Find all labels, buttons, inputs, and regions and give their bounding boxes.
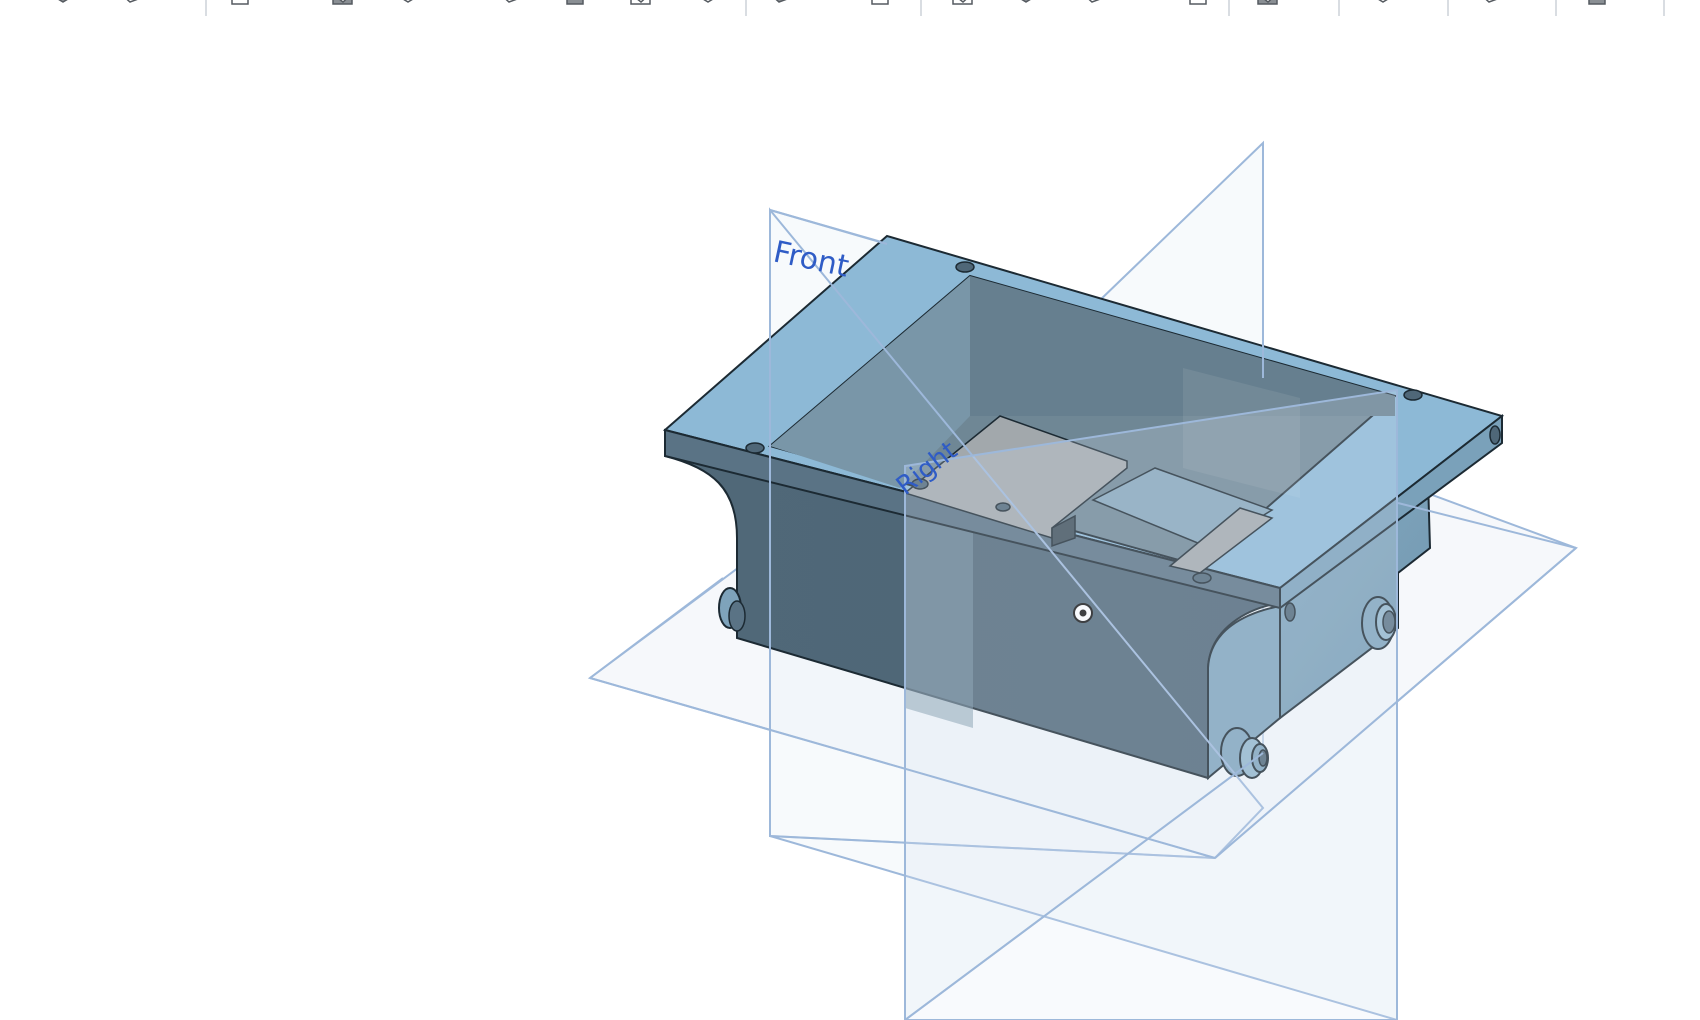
extrude-tool-icon[interactable] [50, 0, 76, 8]
pattern-tool-icon[interactable] [868, 0, 894, 8]
toolbar-separator [1447, 0, 1449, 16]
graphics-viewport[interactable]: Front Right [0, 18, 1700, 1020]
toolbar-separator [1663, 0, 1665, 16]
toolbar-separator [205, 0, 207, 16]
plane-tool-icon[interactable] [1370, 0, 1396, 8]
shell-tool-icon[interactable] [767, 0, 793, 8]
thicken-tool-icon[interactable] [395, 0, 421, 8]
sheet-metal-tool-icon[interactable] [1585, 0, 1611, 8]
mirror-tool-icon[interactable] [950, 0, 976, 8]
loft-tool-icon[interactable] [330, 0, 356, 8]
fillet-tool-icon[interactable] [497, 0, 523, 8]
mounting-hole [1489, 425, 1501, 445]
toolbar-separator [745, 0, 747, 16]
hole-tool-icon[interactable] [695, 0, 721, 8]
transform-tool-icon[interactable] [1186, 0, 1212, 8]
right-plane[interactable] [904, 388, 1398, 1020]
mate-connector-tool-icon[interactable] [1477, 0, 1503, 8]
mounting-hole [955, 261, 975, 273]
toolbar-separator [1228, 0, 1230, 16]
split-tool-icon[interactable] [1080, 0, 1106, 8]
toolbar-separator [1338, 0, 1340, 16]
cad-window: Front Right [0, 0, 1700, 1020]
toolbar-separator [920, 0, 922, 16]
model-view[interactable]: Front Right [0, 18, 1700, 1020]
toolbar-separator [1555, 0, 1557, 16]
draft-tool-icon[interactable] [628, 0, 654, 8]
delete-part-tool-icon[interactable] [1255, 0, 1281, 8]
boolean-tool-icon[interactable] [1013, 0, 1039, 8]
mounting-hole [1403, 389, 1423, 401]
feature-toolbar [0, 0, 1700, 18]
sweep-tool-icon[interactable] [228, 0, 254, 8]
revolve-tool-icon[interactable] [118, 0, 144, 8]
mounting-hole [745, 442, 765, 454]
chamfer-tool-icon[interactable] [563, 0, 589, 8]
